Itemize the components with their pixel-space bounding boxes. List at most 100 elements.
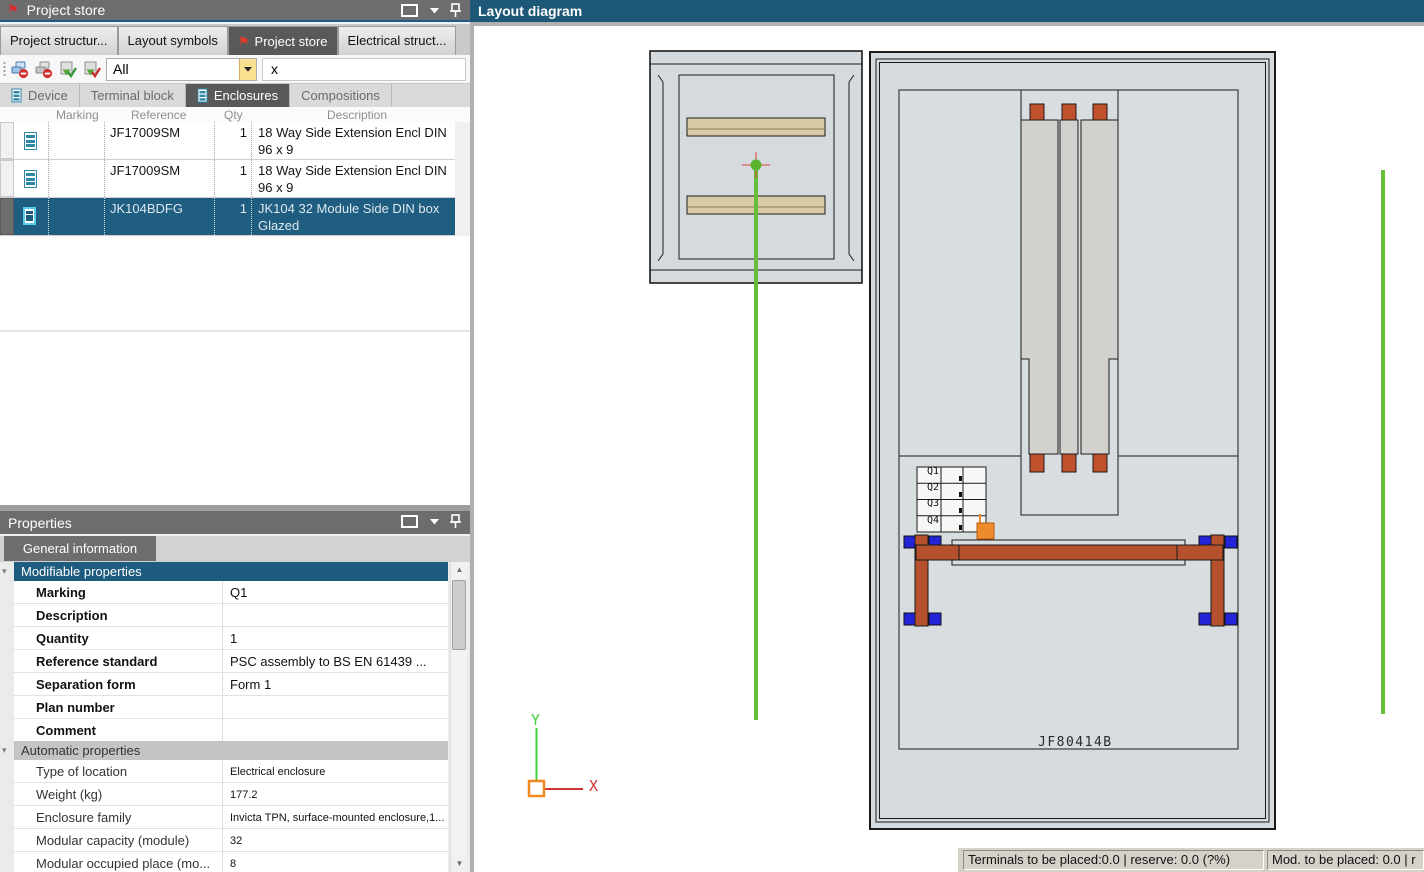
property-value-field[interactable]	[222, 604, 448, 626]
enclosure-icon	[24, 132, 37, 150]
scroll-down-icon[interactable]: ▼	[451, 856, 468, 872]
property-row: Plan number	[14, 696, 448, 719]
table-header-row: Marking Reference Qty Description	[0, 107, 470, 122]
window-menu-caret-icon[interactable]	[430, 7, 439, 14]
enclosure-icon	[23, 207, 36, 225]
restore-window-icon[interactable]	[400, 514, 420, 529]
ucs-origin	[527, 779, 546, 798]
enclosure-reference-label: JF80414B	[1038, 735, 1113, 750]
scrollbar-thumb[interactable]	[452, 580, 466, 650]
window-menu-caret-icon[interactable]	[430, 518, 439, 525]
import-check-red-icon[interactable]	[82, 60, 101, 79]
tab-electrical-structure[interactable]: Electrical struct...	[337, 26, 457, 55]
enclosure-icon	[24, 170, 37, 188]
column-header-reference: Reference	[131, 108, 187, 122]
search-input[interactable]: x	[262, 58, 466, 81]
row-selector[interactable]	[0, 122, 14, 159]
properties-titlebar: Properties	[0, 511, 470, 534]
property-value-field[interactable]	[222, 696, 448, 718]
property-value-field[interactable]: 1	[222, 627, 448, 649]
dock-tab-strip: Project structur... Layout symbols ⚑ Pro…	[0, 24, 470, 55]
symbol-preview-area	[0, 330, 470, 737]
store-toolbar: All x	[0, 55, 470, 84]
property-value-field[interactable]	[222, 719, 448, 741]
property-row: Type of location Electrical enclosure	[14, 760, 448, 783]
tab-project-structure[interactable]: Project structur...	[0, 26, 118, 55]
toolbar-grip-handle[interactable]	[3, 61, 6, 78]
device-icon	[11, 88, 22, 103]
status-bar: Terminals to be placed:0.0 | reserve: 0.…	[958, 848, 1424, 872]
property-value-readonly: 32	[222, 829, 448, 851]
module-row-label: Q1	[926, 466, 939, 477]
red-flag-icon: ⚑	[237, 33, 250, 49]
filter-combobox[interactable]: All	[106, 58, 257, 81]
property-row: Comment	[14, 719, 448, 742]
properties-grid: ▾ Modifiable properties Marking Q1 Descr…	[0, 562, 470, 872]
property-row: Modular occupied place (mo... 8	[14, 852, 448, 872]
device-remove-gray-icon[interactable]	[34, 60, 53, 79]
pin-icon[interactable]	[449, 514, 462, 529]
tab-enclosures[interactable]: Enclosures	[185, 84, 291, 107]
table-row[interactable]: JF17009SM 1 18 Way Side Extension Encl D…	[0, 160, 455, 198]
down-triangle-icon	[244, 67, 252, 72]
tab-project-store[interactable]: ⚑ Project store	[227, 26, 338, 55]
snap-point	[750, 159, 762, 171]
ucs-axes	[527, 728, 583, 798]
tab-general-information[interactable]: General information	[4, 536, 156, 561]
row-selector[interactable]	[0, 160, 14, 197]
project-store-titlebar: ⚑ Project store	[0, 0, 470, 22]
property-row: Enclosure family Invicta TPN, surface-mo…	[14, 806, 448, 829]
red-flag-icon: ⚑	[7, 2, 19, 17]
properties-title: Properties	[8, 514, 72, 531]
pin-icon[interactable]	[449, 3, 462, 18]
property-value-readonly: Invicta TPN, surface-mounted enclosure,1…	[222, 806, 448, 828]
property-row: Quantity 1	[14, 627, 448, 650]
tab-compositions[interactable]: Compositions	[290, 84, 392, 107]
property-value-field[interactable]: Q1	[222, 581, 448, 603]
module-row-label: Q3	[926, 498, 939, 509]
column-header-description: Description	[327, 108, 388, 122]
table-row-selected[interactable]: JK104BDFG 1 JK104 32 Module Side DIN box…	[0, 198, 455, 236]
collapse-triangle-icon[interactable]: ▾	[2, 566, 12, 576]
property-row: Description	[14, 604, 448, 627]
cad-drawing	[527, 50, 1385, 830]
filter-dropdown-button[interactable]	[239, 59, 256, 80]
table-row[interactable]: JF17009SM 1 18 Way Side Extension Encl D…	[0, 122, 455, 160]
tab-terminal-block[interactable]: Terminal block	[80, 84, 186, 107]
tab-device[interactable]: Device	[0, 84, 80, 107]
scroll-up-icon[interactable]: ▲	[451, 562, 468, 578]
table-empty-area	[0, 236, 470, 330]
property-value-readonly: Electrical enclosure	[222, 760, 448, 782]
column-header-marking: Marking	[56, 108, 99, 122]
properties-tab-strip: General information	[0, 536, 470, 562]
enclosure-icon	[197, 88, 208, 103]
column-header-qty: Qty	[224, 108, 243, 122]
property-value-readonly: 177.2	[222, 783, 448, 805]
restore-window-icon[interactable]	[400, 3, 420, 18]
property-row: Modular capacity (module) 32	[14, 829, 448, 852]
status-modules: Mod. to be placed: 0.0 | r	[1267, 850, 1424, 870]
property-value-readonly: 8	[222, 852, 448, 872]
layout-diagram-title: Layout diagram	[478, 3, 583, 19]
collapse-triangle-icon[interactable]: ▾	[2, 745, 12, 755]
application-window: ⚑ Project store Project structur... Layo…	[0, 0, 1424, 872]
busbar-terminal	[1029, 103, 1045, 121]
property-row: Marking Q1	[14, 581, 448, 604]
main-enclosure	[869, 51, 1276, 830]
properties-scrollbar[interactable]: ▲ ▼	[450, 562, 468, 872]
tab-layout-symbols[interactable]: Layout symbols	[117, 26, 228, 55]
filter-value: All	[113, 61, 129, 77]
category-tab-strip: Device Terminal block Enclosures Composi…	[0, 84, 470, 107]
row-selector[interactable]	[0, 198, 14, 235]
axis-y-label: Y	[531, 711, 541, 729]
section-modifiable-properties[interactable]: Modifiable properties	[14, 562, 448, 581]
status-terminals: Terminals to be placed:0.0 | reserve: 0.…	[963, 850, 1264, 870]
layout-diagram-titlebar: Layout diagram	[470, 0, 1424, 22]
property-row: Reference standard PSC assembly to BS EN…	[14, 650, 448, 673]
device-remove-blue-icon[interactable]	[10, 60, 29, 79]
section-automatic-properties[interactable]: Automatic properties	[14, 741, 448, 760]
import-check-green-icon[interactable]	[58, 60, 77, 79]
module-row-label: Q2	[926, 482, 939, 493]
property-value-field[interactable]: Form 1	[222, 673, 448, 695]
property-value-field[interactable]: PSC assembly to BS EN 61439 ...	[222, 650, 448, 672]
